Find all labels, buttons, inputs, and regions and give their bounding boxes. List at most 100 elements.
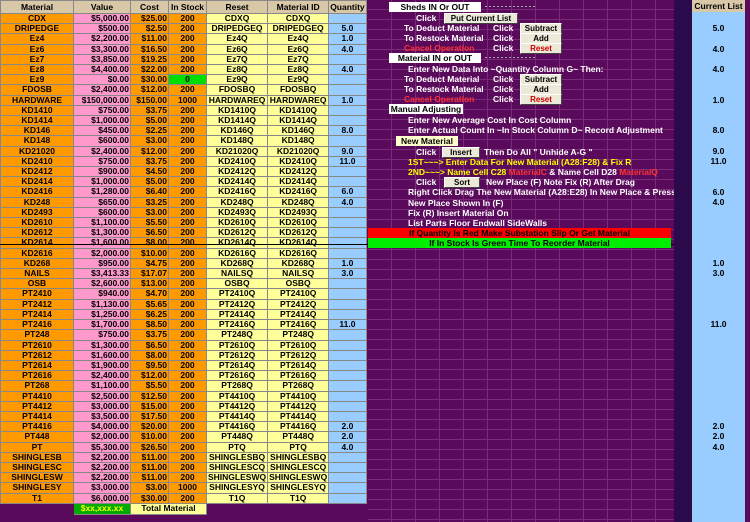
reset-cell[interactable]: PT248Q (205, 329, 269, 341)
cost-cell[interactable]: $4.50 (130, 166, 169, 178)
instock-cell[interactable]: 200 (168, 472, 207, 484)
reset-cell[interactable]: PT2410Q (205, 288, 269, 300)
material-id-cell[interactable]: SHINGLESYQ (267, 482, 330, 494)
material-cell[interactable]: DRIPEDGE (0, 23, 74, 35)
cost-cell[interactable]: $3.00 (130, 206, 169, 219)
material-id-cell[interactable]: PTQ (267, 441, 330, 453)
value-cell[interactable]: $750.00 (73, 329, 131, 341)
material-cell[interactable]: CDX (0, 12, 74, 25)
cost-cell[interactable]: $11.00 (130, 472, 169, 484)
value-cell[interactable]: $1,900.00 (73, 359, 131, 372)
quantity-cell[interactable] (328, 247, 367, 259)
instock-cell[interactable]: 200 (168, 329, 207, 341)
material-id-cell[interactable]: KD148Q (267, 135, 330, 147)
cost-cell[interactable]: $30.00 (130, 74, 169, 86)
current-list-value[interactable]: 4.0 (692, 44, 745, 54)
material-id-cell[interactable]: Ez6Q (267, 43, 330, 55)
value-cell[interactable]: $2,400.00 (73, 145, 131, 157)
value-cell[interactable]: $2,600.00 (73, 278, 131, 290)
reset-cell[interactable]: KD2414Q (205, 176, 269, 188)
instock-cell[interactable]: 200 (168, 390, 207, 402)
instock-cell[interactable]: 200 (168, 64, 207, 76)
value-cell[interactable]: $3,000.00 (73, 482, 131, 494)
cost-cell[interactable]: $26.50 (130, 441, 169, 453)
instock-cell[interactable]: 200 (168, 247, 207, 259)
material-cell[interactable]: KD2412 (0, 166, 74, 178)
value-cell[interactable]: $2,400.00 (73, 370, 131, 382)
cost-cell[interactable]: $12.00 (130, 84, 169, 96)
value-cell[interactable]: $450.00 (73, 125, 131, 137)
reset-cell[interactable]: SHINGLESCQ (205, 461, 269, 474)
cost-cell[interactable]: $12.00 (130, 145, 169, 157)
cost-cell[interactable]: $4.75 (130, 257, 169, 270)
material-id-cell[interactable]: NAILSQ (267, 268, 330, 280)
quantity-cell[interactable] (328, 176, 367, 188)
material-id-cell[interactable]: KD268Q (267, 257, 330, 270)
current-list-value[interactable]: 1.0 (692, 258, 745, 268)
instock-cell[interactable]: 200 (168, 186, 207, 198)
material-id-cell[interactable]: KD2616Q (267, 247, 330, 259)
quantity-cell[interactable]: 11.0 (328, 155, 367, 168)
current-list-value[interactable]: 11.0 (692, 319, 745, 329)
value-cell[interactable]: $1,300.00 (73, 339, 131, 351)
current-list-value[interactable]: 5.0 (692, 23, 745, 33)
value-cell[interactable]: $150,000.00 (73, 94, 131, 106)
material-cell[interactable]: OSB (0, 278, 74, 290)
instock-cell[interactable]: 200 (168, 359, 207, 372)
reset-cell[interactable]: PT4414Q (205, 410, 269, 423)
reset-cell[interactable]: PT4416Q (205, 421, 269, 433)
instock-cell[interactable]: 200 (168, 135, 207, 147)
instock-cell[interactable]: 200 (168, 288, 207, 300)
instock-cell[interactable]: 200 (168, 23, 207, 35)
quantity-cell[interactable] (328, 390, 367, 402)
value-cell[interactable]: $2,400.00 (73, 84, 131, 96)
cost-cell[interactable]: $10.00 (130, 431, 169, 443)
quantity-cell[interactable]: 3.0 (328, 268, 367, 280)
value-cell[interactable]: $1,000.00 (73, 176, 131, 188)
material-cell[interactable]: PT448 (0, 431, 74, 443)
cost-cell[interactable]: $2.50 (130, 23, 169, 35)
material-id-cell[interactable]: PT2414Q (267, 308, 330, 321)
quantity-cell[interactable] (328, 410, 367, 423)
value-cell[interactable]: $3,500.00 (73, 410, 131, 423)
material-cell[interactable]: PT2614 (0, 359, 74, 372)
value-cell[interactable]: $2,200.00 (73, 451, 131, 463)
value-cell[interactable]: $1,100.00 (73, 380, 131, 392)
quantity-cell[interactable] (328, 482, 367, 494)
reset-cell[interactable]: SHINGLESWQ (205, 472, 269, 484)
material-id-cell[interactable]: Ez9Q (267, 74, 330, 86)
instock-cell[interactable]: 200 (168, 421, 207, 433)
current-list-value[interactable]: 8.0 (692, 125, 745, 135)
material-cell[interactable]: SHINGLESY (0, 482, 74, 494)
material-id-cell[interactable]: KD2410Q (267, 155, 330, 168)
material-id-cell[interactable]: KD2412Q (267, 166, 330, 178)
cost-cell[interactable]: $11.00 (130, 451, 169, 463)
current-list-value[interactable]: 11.0 (692, 156, 745, 166)
cost-cell[interactable]: $5.00 (130, 176, 169, 188)
material-id-cell[interactable]: KD2414Q (267, 176, 330, 188)
instock-cell[interactable]: 200 (168, 319, 207, 331)
reset-cell[interactable]: CDXQ (205, 12, 269, 25)
material-id-cell[interactable]: KD21020Q (267, 145, 330, 157)
cost-cell[interactable]: $12.00 (130, 370, 169, 382)
value-cell[interactable]: $600.00 (73, 135, 131, 147)
reset-cell[interactable]: Ez8Q (205, 64, 269, 76)
value-cell[interactable]: $900.00 (73, 166, 131, 178)
reset-cell[interactable]: T1Q (205, 492, 269, 504)
quantity-cell[interactable] (328, 135, 367, 147)
reset-cell[interactable]: Ez7Q (205, 53, 269, 66)
instock-cell[interactable]: 200 (168, 12, 207, 25)
material-cell[interactable]: T1 (0, 492, 74, 504)
material-cell[interactable]: PT2416 (0, 319, 74, 331)
material-id-cell[interactable]: PT4410Q (267, 390, 330, 402)
material-id-cell[interactable]: PT448Q (267, 431, 330, 443)
current-list-value[interactable]: 2.0 (692, 431, 745, 441)
total-value-cell[interactable]: $xx,xxx.xx (73, 502, 131, 515)
value-cell[interactable]: $1,300.00 (73, 227, 131, 239)
reset-cell[interactable]: PT4412Q (205, 400, 269, 412)
cost-cell[interactable]: $6.50 (130, 339, 169, 351)
value-cell[interactable]: $600.00 (73, 206, 131, 219)
instock-cell[interactable]: 200 (168, 115, 207, 127)
material-id-cell[interactable]: PT248Q (267, 329, 330, 341)
cost-cell[interactable]: $25.00 (130, 12, 169, 25)
